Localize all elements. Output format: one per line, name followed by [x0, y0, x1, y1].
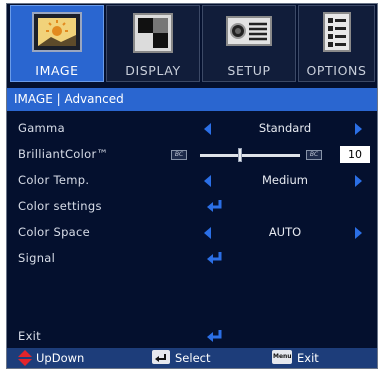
menu-key-icon: Menu	[272, 350, 292, 364]
menu-item-brilliantcolor[interactable]: BrilliantColor™ BC BC 10	[7, 143, 377, 167]
bc-min-icon: BC	[171, 150, 187, 160]
tab-setup[interactable]: SETUP	[202, 5, 296, 82]
color-space-label: Color Space	[18, 225, 91, 239]
projector-icon	[226, 16, 272, 46]
color-space-value: AUTO	[268, 225, 302, 239]
footer-hints: UpDown Select Menu Exit	[7, 348, 377, 368]
bc-max-icon: BC	[306, 150, 322, 160]
color-settings-label: Color settings	[18, 199, 102, 213]
color-temp-right-arrow-icon[interactable]	[355, 175, 362, 187]
menu-item-exit[interactable]: Exit	[7, 325, 377, 349]
brilliantcolor-slider[interactable]	[200, 154, 300, 157]
gamma-left-arrow-icon[interactable]	[204, 123, 211, 135]
tab-display-label: DISPLAY	[125, 63, 181, 78]
enter-icon[interactable]	[205, 198, 225, 213]
footer-updown-label: UpDown	[36, 351, 85, 365]
menu-item-signal[interactable]: Signal	[7, 247, 377, 271]
footer-exit-label: Exit	[297, 351, 319, 365]
display-icon	[133, 13, 173, 53]
color-space-right-arrow-icon[interactable]	[355, 227, 362, 239]
select-key-icon	[152, 350, 170, 364]
tab-options-label: OPTIONS	[306, 63, 367, 78]
tab-bar: IMAGE DISPLAY SETUP OPTIONS	[7, 4, 377, 84]
tab-image[interactable]: IMAGE	[10, 5, 104, 82]
osd-menu: IMAGE DISPLAY SETUP OPTIONS IMAGE | Adva…	[6, 3, 378, 369]
exit-label: Exit	[18, 329, 41, 343]
tab-options[interactable]: OPTIONS	[298, 5, 375, 82]
enter-icon[interactable]	[205, 328, 225, 343]
gamma-label: Gamma	[18, 121, 65, 135]
footer-select-label: Select	[175, 351, 211, 365]
color-space-left-arrow-icon[interactable]	[204, 227, 211, 239]
color-temp-label: Color Temp.	[18, 173, 90, 187]
options-icon	[322, 12, 351, 52]
menu-list: Gamma Standard BrilliantColor™ BC BC 10 …	[7, 111, 377, 349]
menu-item-color-temp[interactable]: Color Temp. Medium	[7, 169, 377, 193]
signal-label: Signal	[18, 251, 56, 265]
brilliantcolor-value: 10	[340, 146, 370, 163]
menu-item-gamma[interactable]: Gamma Standard	[7, 117, 377, 141]
image-icon	[32, 12, 82, 52]
tab-display[interactable]: DISPLAY	[106, 5, 200, 82]
menu-item-color-settings[interactable]: Color settings	[7, 195, 377, 219]
gamma-right-arrow-icon[interactable]	[355, 123, 362, 135]
slider-knob[interactable]	[238, 148, 242, 162]
tab-setup-label: SETUP	[227, 63, 271, 78]
color-temp-value: Medium	[262, 173, 308, 187]
tab-image-label: IMAGE	[35, 63, 79, 78]
submenu-header: IMAGE | Advanced	[7, 88, 377, 111]
gamma-value: Standard	[258, 121, 312, 135]
submenu-title: IMAGE | Advanced	[14, 92, 124, 106]
menu-item-color-space[interactable]: Color Space AUTO	[7, 221, 377, 245]
updown-arrows-icon	[18, 350, 32, 366]
color-temp-left-arrow-icon[interactable]	[204, 175, 211, 187]
brilliantcolor-label: BrilliantColor™	[18, 147, 109, 161]
enter-icon[interactable]	[205, 250, 225, 265]
